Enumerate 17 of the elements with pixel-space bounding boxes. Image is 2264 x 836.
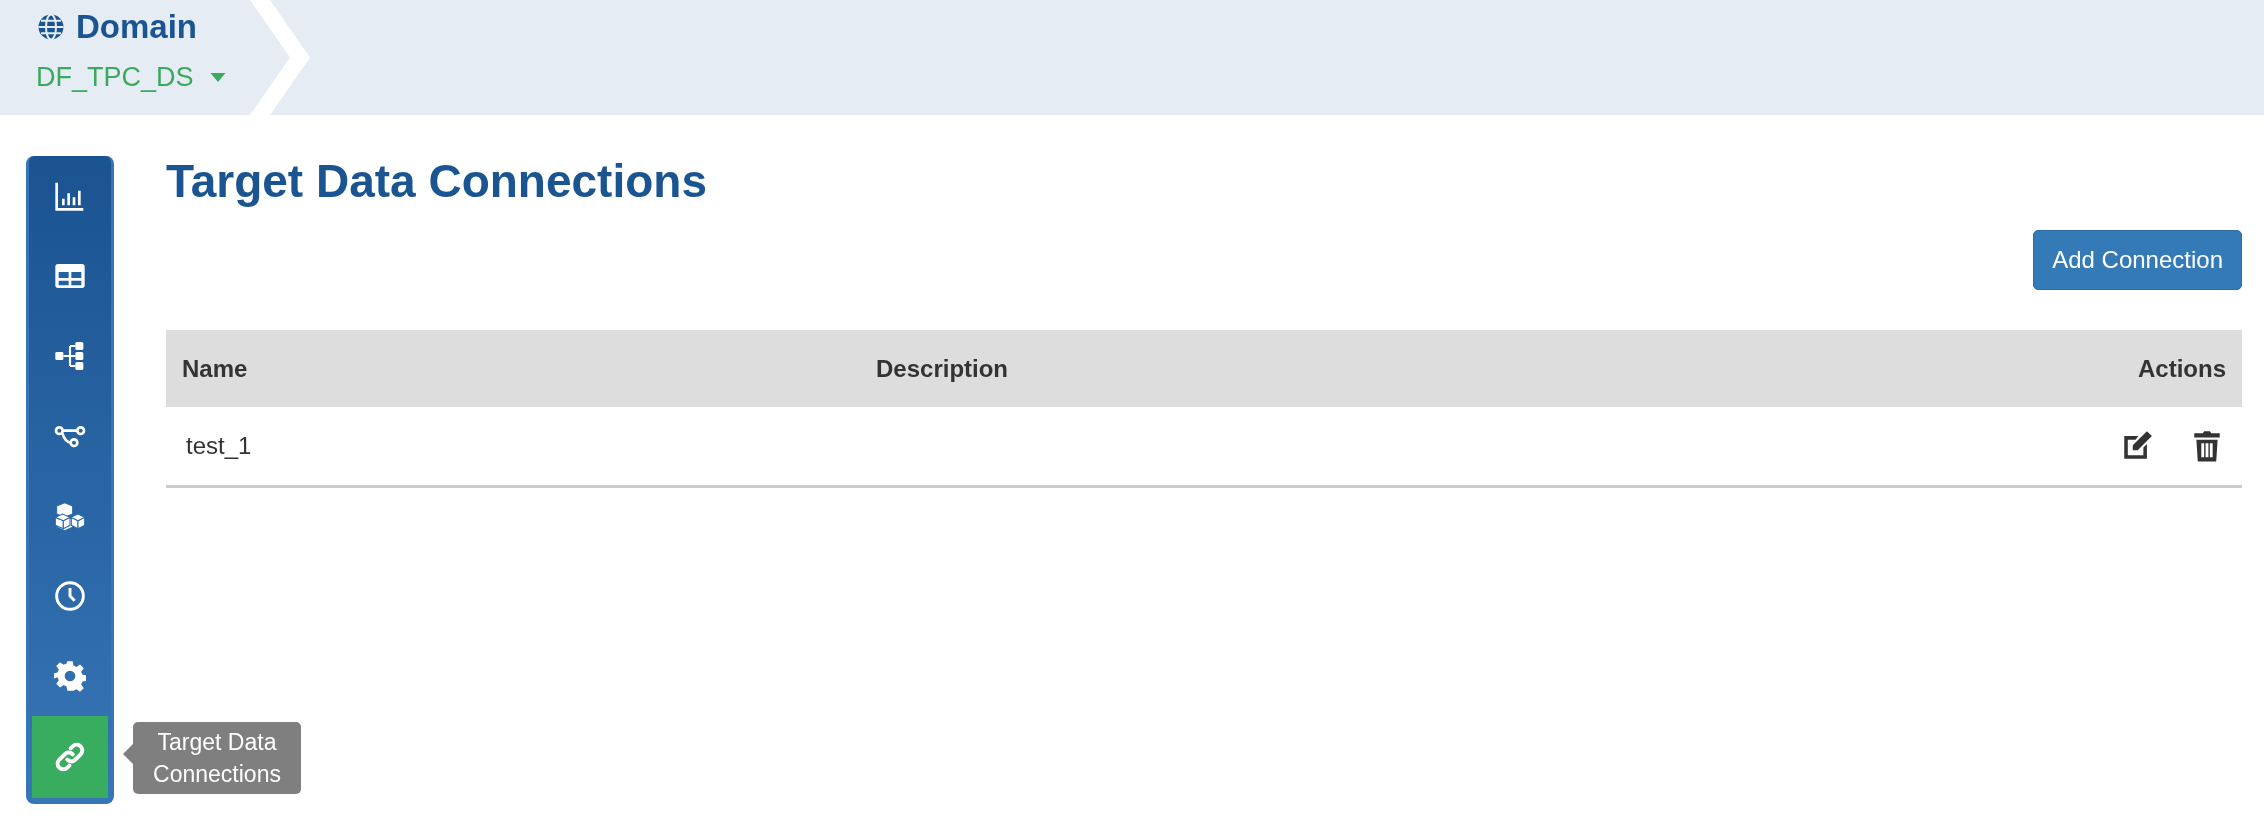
caret-icon: [209, 73, 226, 82]
add-connection-button[interactable]: Add Connection: [2033, 230, 2242, 290]
page-title: Target Data Connections: [166, 154, 708, 209]
domain-dropdown[interactable]: DF_TPC_DS: [36, 62, 226, 93]
link-icon: [54, 741, 86, 773]
column-header: Name: [182, 354, 248, 382]
hierarchy-icon: [54, 340, 86, 372]
globe-icon: [36, 12, 66, 42]
cubes-icon: [54, 500, 86, 532]
table-cell: test_1: [186, 431, 252, 459]
bar-chart-icon: [54, 180, 86, 212]
domain-title: Domain: [76, 8, 197, 46]
settings-icon: [54, 660, 86, 692]
clock-icon: [54, 580, 86, 612]
column-header: Description: [876, 354, 1009, 382]
column-header: Actions: [2138, 354, 2226, 382]
tooltip: Target Data Connections: [133, 722, 301, 794]
